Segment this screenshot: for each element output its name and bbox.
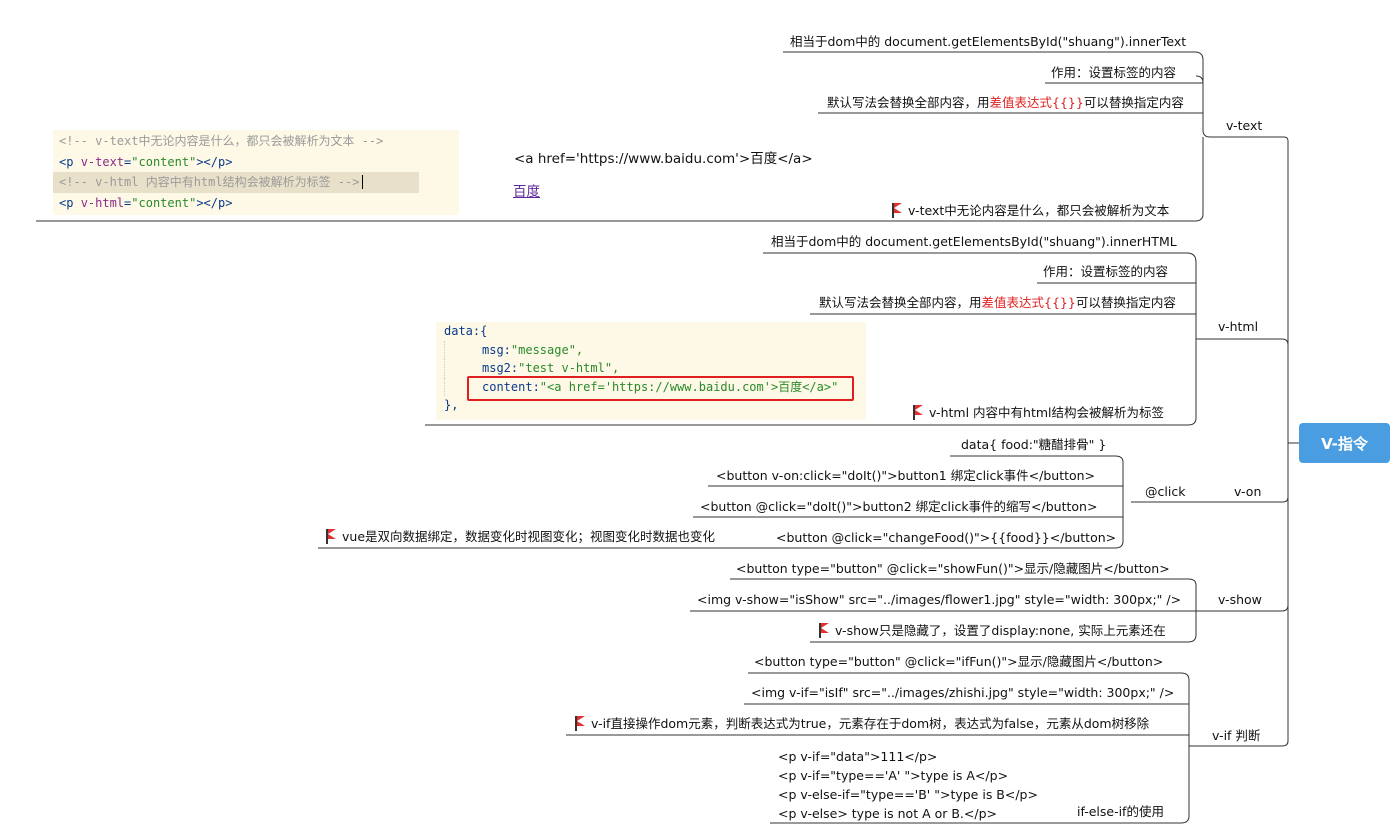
vhtml-item-default[interactable]: 默认写法会替换全部内容，用差值表达式{{}}可以替换指定内容 [819,295,1176,311]
vif-code-line: <p v-if="type=='A' ">type is A</p> [778,768,1009,783]
von-item-button1[interactable]: <button v-on:click="doIt()">button1 绑定cl… [716,468,1095,484]
code-string: "message", [510,342,584,357]
von-item-changefood[interactable]: <button @click="changeFood()">{{food}}</… [776,530,1116,546]
vtext-default-highlight: 差值表达式{{}} [989,95,1084,110]
vtext-flag-item[interactable]: v-text中无论内容是什么，都只会被解析为文本 [892,203,1169,219]
flag-icon [819,623,829,638]
flag-icon [326,529,336,544]
vtext-flag-text: v-text中无论内容是什么，都只会被解析为文本 [908,203,1170,218]
vhtml-item-innerhtml[interactable]: 相当于dom中的 document.getElementsById("shuan… [771,234,1177,250]
code-data-close: }, [444,398,459,412]
vhtml-flag-item[interactable]: v-html 内容中有html结构会被解析为标签 [913,405,1164,421]
vif-label[interactable]: v-if 判断 [1212,728,1260,744]
vhtml-branch-line [1196,338,1289,443]
vhtml-default-post: 可以替换指定内容 [1075,295,1176,310]
von-flag-item[interactable]: vue是双向数据绑定，数据变化时视图变化；视图变化时数据也变化 [326,529,715,545]
von-data-line[interactable]: data{ food:"糖醋排骨" } [961,437,1106,453]
vhtml-label[interactable]: v-html [1218,319,1258,335]
flag-icon [913,405,923,420]
code-tag-close: ></p> [196,154,233,169]
vif-code-label: if-else-if的使用 [1077,804,1164,819]
code-tag: <p [59,195,81,210]
code-key: msg2: [482,361,519,375]
code-string: "test v-html", [518,361,620,375]
vif-code-line: <p v-else> type is not A or B.</p> [778,806,997,821]
vshow-flag-item[interactable]: v-show只是隐藏了，设置了display:none, 实际上元素还在 [819,623,1166,639]
code-string: "content" [131,154,197,169]
vhtml-default-pre: 默认写法会替换全部内容，用 [819,295,982,310]
flag-icon [892,203,902,218]
vtext-label[interactable]: v-text [1226,118,1262,134]
vtext-item-innertext[interactable]: 相当于dom中的 document.getElementsById("shuan… [790,34,1186,50]
vshow-item-img[interactable]: <img v-show="isShow" src="../images/flow… [697,592,1181,608]
vtext-render-link[interactable]: 百度 [513,184,540,200]
root-node[interactable]: V-指令 [1299,423,1390,463]
vshow-flag-text: v-show只是隐藏了，设置了display:none, 实际上元素还在 [835,623,1166,638]
code-comment: <!-- v-html 内容中有html结构会被解析为标签 --> [59,175,360,189]
vshow-item-button[interactable]: <button type="button" @click="showFun()"… [736,561,1170,577]
highlight-box [467,376,854,401]
von-item-button2[interactable]: <button @click="doIt()">button2 绑定click事… [700,499,1097,515]
vif-flag-item[interactable]: v-if直接操作dom元素，判断表达式为true，元素存在于dom树，表达式为f… [575,716,1149,732]
vhtml-default-highlight: 差值表达式{{}} [981,295,1076,310]
vtext-render-text: <a href='https://www.baidu.com'>百度</a> [514,151,813,167]
flag-icon [575,716,585,731]
vtext-item-default[interactable]: 默认写法会替换全部内容，用差值表达式{{}}可以替换指定内容 [827,95,1184,111]
von-label[interactable]: v-on [1234,484,1261,500]
vtext-item-purpose[interactable]: 作用：设置标签的内容 [1051,65,1176,81]
vtext-default-pre: 默认写法会替换全部内容，用 [827,95,990,110]
vshow-branch-line [1196,443,1289,612]
vtext-default-post: 可以替换指定内容 [1083,95,1184,110]
code-attr: v-html [80,195,125,210]
vtext-branch-line [1210,136,1289,443]
von-click-label[interactable]: @click [1145,484,1185,500]
vhtml-code-image: data:{ msg:"message", msg2:"test v-html"… [436,322,866,420]
text-cursor [361,175,363,189]
vif-flag-text: v-if直接操作dom元素，判断表达式为true，元素存在于dom树，表达式为f… [591,716,1150,731]
code-comment: <!-- v-text中无论内容是什么，都只会被解析为文本 --> [59,134,384,148]
code-key: msg: [482,342,511,357]
vif-code-block[interactable]: <p v-if="data">111</p> <p v-if="type=='A… [778,747,1038,823]
vif-code-line: <p v-if="data">111</p> [778,749,938,764]
code-string: "content" [131,195,197,210]
vshow-label[interactable]: v-show [1218,592,1262,608]
von-flag-text: vue是双向数据绑定，数据变化时视图变化；视图变化时数据也变化 [342,529,716,544]
root-label: V-指令 [1321,434,1368,453]
vif-item-button[interactable]: <button type="button" @click="ifFun()">显… [754,654,1163,670]
vif-item-img[interactable]: <img v-if="isIf" src="../images/zhishi.j… [751,685,1174,701]
vif-code-line: <p v-else-if="type=='B' ">type is B</p> [778,787,1038,802]
code-tag-close: ></p> [196,195,233,210]
code-tag: <p [59,154,81,169]
vtext-code-image: <!-- v-text中无论内容是什么，都只会被解析为文本 --> <p v-t… [53,130,459,215]
code-data-open: data:{ [444,324,488,338]
vhtml-item-purpose[interactable]: 作用：设置标签的内容 [1043,264,1168,280]
vhtml-flag-text: v-html 内容中有html结构会被解析为标签 [929,405,1164,420]
code-attr: v-text [80,154,125,169]
